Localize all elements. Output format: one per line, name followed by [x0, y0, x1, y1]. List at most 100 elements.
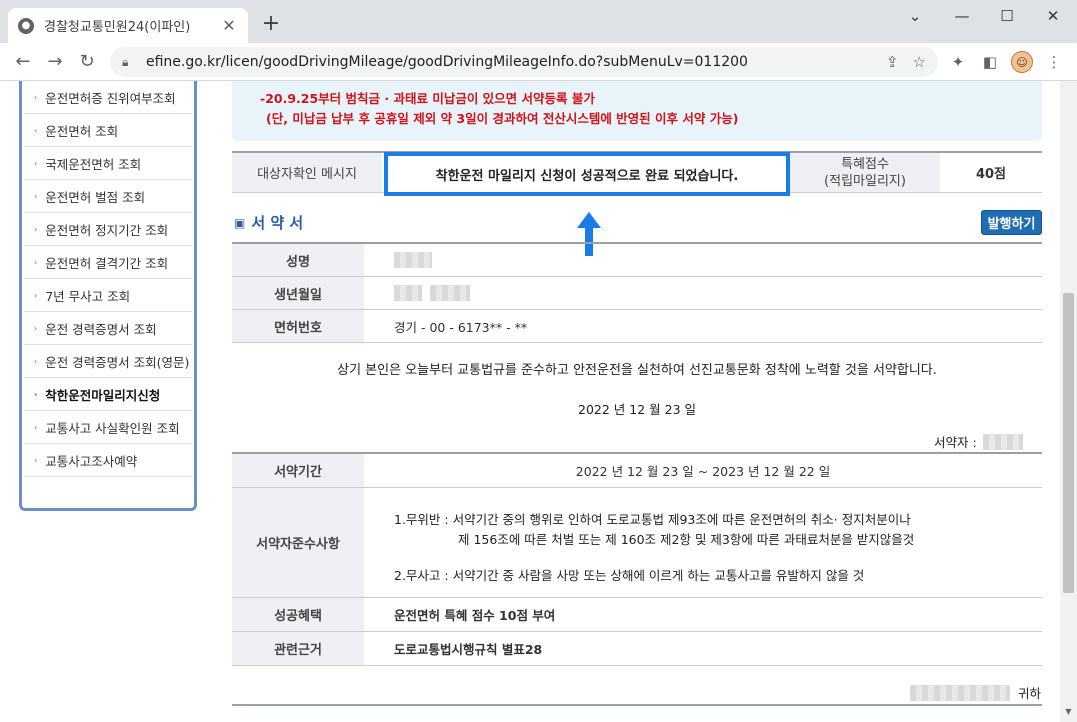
browser-tab[interactable]: ● 경찰청교통민원24(이파인) ✕	[8, 8, 248, 43]
bullet-icon: ›	[34, 257, 38, 267]
sidebar-item[interactable]: › 운전면허 정지기간 조회	[24, 213, 192, 246]
close-tab-icon[interactable]: ✕	[220, 16, 238, 35]
sidebar-item-label: 7년 무사고 조회	[45, 288, 131, 304]
bullet-icon: ›	[34, 356, 38, 366]
bullet-icon: ›	[34, 455, 38, 465]
period-value: 2022 년 12 월 23 일 ~ 2023 년 12 월 22 일	[575, 464, 831, 479]
table-row: 성명	[232, 244, 1042, 277]
points-value: 40점	[975, 167, 1007, 182]
extensions-icon[interactable]: ✦	[947, 51, 969, 73]
notice-box: -20.9.25부터 범칙금 · 과태료 미납금이 있으면 서약등록 불가 (단…	[232, 81, 1042, 141]
table-row: 서약기간 2022 년 12 월 23 일 ~ 2023 년 12 월 22 일	[232, 454, 1042, 488]
redacted-addressee	[910, 684, 1010, 701]
section-title-text: 서 약 서	[251, 214, 304, 232]
table-row: 면허번호 경기 - 00 - 6173** - **	[232, 310, 1042, 343]
bullet-icon: ›	[34, 92, 38, 102]
signer: 서약자 :	[934, 432, 1023, 451]
divider	[232, 704, 1042, 706]
sidebar-item[interactable]: › 교통사고조사예약	[24, 444, 192, 477]
signer-label: 서약자 :	[934, 435, 977, 450]
sidebar-item[interactable]: › 운전면허 조회	[24, 114, 192, 147]
sidebar-item-label: 운전면허 벌점 조회	[45, 189, 146, 205]
new-tab-button[interactable]: +	[258, 12, 284, 38]
table-row: 관련근거 도로교통법시행규칙 별표28	[232, 632, 1042, 666]
scrollbar-thumb[interactable]	[1063, 293, 1074, 593]
license-value: 경기 - 00 - 6173** - **	[394, 319, 528, 335]
sidebar-item[interactable]: › 운전면허증 진위여부조회	[24, 81, 192, 114]
birth-label: 생년월일	[232, 277, 364, 309]
confirm-label: 대상자확인 메시지	[232, 153, 382, 192]
profile-avatar[interactable]: ☺	[1011, 51, 1033, 73]
sidebar-item[interactable]: › 착한운전마일리지신청	[24, 378, 192, 411]
tab-search-icon[interactable]: ⌄	[893, 4, 937, 28]
terms-value: 1.무위반 : 서약기간 중의 행위로 인하여 도로교통법 제93조에 따른 운…	[364, 488, 1042, 597]
sidebar-item-label: 교통사고 사실확인원 조회	[45, 420, 180, 436]
sidebar-item-label: 운전면허 정지기간 조회	[45, 222, 169, 238]
bullet-icon: ›	[34, 422, 38, 432]
sidebar-item[interactable]: › 교통사고 사실확인원 조회	[24, 411, 192, 444]
sidebar-item[interactable]: › 7년 무사고 조회	[24, 279, 192, 312]
benefit-label: 성공혜택	[232, 598, 364, 631]
issue-button[interactable]: 발행하기	[981, 210, 1042, 235]
section-title: ▣ 서 약 서	[234, 212, 303, 233]
square-bullet-icon: ▣	[234, 215, 246, 230]
sidebar-item[interactable]: › 운전 경력증명서 조회	[24, 312, 192, 345]
redacted-birth	[394, 285, 422, 301]
table-row: 서약자준수사항 1.무위반 : 서약기간 중의 행위로 인하여 도로교통법 제9…	[232, 488, 1042, 598]
pledge-date: 2022 년 12 월 23 일	[578, 402, 696, 417]
redacted-signer	[982, 433, 1023, 450]
name-label: 성명	[232, 244, 364, 276]
sidebar-item-label: 운전면허 결격기간 조회	[45, 255, 169, 271]
sidebar-item-label: 착한운전마일리지신청	[45, 387, 161, 403]
browser-tab-bar: ● 경찰청교통민원24(이파인) ✕ + ⌄ — ☐ ✕	[0, 0, 1077, 43]
side-panel-icon[interactable]: ◧	[979, 51, 1001, 73]
notice-line-2: (단, 미납금 납부 후 공휴일 제외 약 3일이 경과하여 전산시스템에 반영…	[266, 111, 739, 126]
term-1-line-2: 제 156조에 따른 처벌 또는 제 160조 제2항 및 제3항에 따른 과태…	[458, 532, 915, 547]
share-icon[interactable]: ⇪	[886, 53, 899, 71]
reload-icon[interactable]: ↻	[74, 49, 100, 75]
basis-value: 도로교통법시행규칙 별표28	[394, 642, 543, 657]
sidebar-item-label: 운전면허 조회	[45, 123, 119, 139]
name-value	[364, 244, 1042, 276]
bullet-icon: ›	[34, 125, 38, 135]
benefit-value: 운전면허 특혜 점수 10점 부여	[394, 608, 556, 623]
basis-label: 관련근거	[232, 632, 364, 665]
success-message: 착한운전 마일리지 신청이 성공적으로 완료 되었습니다.	[384, 152, 790, 196]
sidebar-item[interactable]: › 운전면허 벌점 조회	[24, 180, 192, 213]
birth-value	[364, 277, 1042, 309]
confirm-row: 대상자확인 메시지 착한운전 마일리지 신청이 성공적으로 완료 되었습니다. …	[232, 151, 1042, 196]
personal-info-table: 성명 생년월일 면허번호 경기 - 00 - 6173** - **	[232, 242, 1042, 343]
bullet-icon: ›	[34, 323, 38, 333]
bullet-icon: ›	[34, 290, 38, 300]
bullet-icon: ›	[34, 191, 38, 201]
forward-icon[interactable]: →	[42, 49, 68, 75]
period-label: 서약기간	[232, 454, 364, 487]
maximize-button[interactable]: ☐	[985, 4, 1029, 28]
sidebar-item[interactable]: › 운전 경력증명서 조회(영문)	[24, 345, 192, 378]
scroll-down-icon[interactable]: ▼	[1063, 707, 1074, 719]
bullet-icon: ›	[34, 158, 38, 168]
sidebar-item[interactable]: › 운전면허 결격기간 조회	[24, 246, 192, 279]
addressee-suffix: 귀하	[1018, 686, 1042, 701]
minimize-button[interactable]: —	[940, 4, 984, 28]
license-label: 면허번호	[232, 310, 364, 342]
notice-cut-line	[260, 81, 1042, 89]
page-viewport: › 운전면허증 진위여부조회 › 운전면허 조회 › 국제운전면허 조회 › 운전면허 벌점 …	[0, 81, 1077, 722]
sidebar-item[interactable]: › 국제운전면허 조회	[24, 147, 192, 180]
bullet-icon: ›	[34, 224, 38, 234]
address-bar[interactable]: 🔒︎ efine.go.kr/licen/goodDrivingMileage/…	[110, 47, 938, 77]
table-row: 성공혜택 운전면허 특혜 점수 10점 부여	[232, 598, 1042, 632]
terms-label: 서약자준수사항	[232, 488, 364, 597]
bookmark-star-icon[interactable]: ☆	[913, 53, 926, 71]
url-text[interactable]: efine.go.kr/licen/goodDrivingMileage/goo…	[146, 54, 872, 70]
back-icon[interactable]: ←	[10, 49, 36, 75]
pledge-statement: 상기 본인은 오늘부터 교통법규를 준수하고 안전운전을 실천하여 선진교통문화…	[337, 363, 937, 378]
sidebar-item-label: 교통사고조사예약	[45, 453, 138, 469]
menu-icon[interactable]: ⋮	[1043, 51, 1065, 73]
sidebar-menu: › 운전면허증 진위여부조회 › 운전면허 조회 › 국제운전면허 조회 › 운전면허 벌점 …	[19, 81, 197, 511]
close-window-button[interactable]: ✕	[1031, 4, 1075, 28]
redacted-name	[394, 252, 432, 268]
bullet-icon: ›	[34, 389, 38, 399]
notice-line-1: -20.9.25부터 범칙금 · 과태료 미납금이 있으면 서약등록 불가	[260, 91, 595, 106]
points-label-line1: 특혜점수	[841, 156, 889, 172]
